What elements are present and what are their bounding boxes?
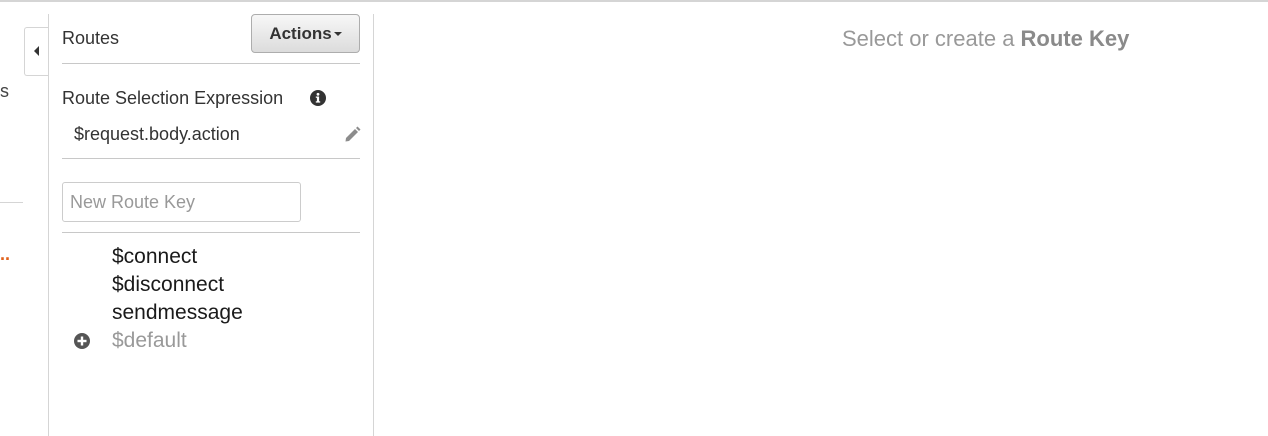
empty-state-message: Select or create a Route Key — [842, 26, 1129, 52]
caret-down-icon — [333, 31, 342, 36]
info-icon[interactable] — [310, 90, 326, 106]
route-key-label: sendmessage — [112, 301, 243, 324]
actions-button-label: Actions — [269, 24, 332, 43]
route-item-default[interactable]: $default — [62, 327, 360, 355]
actions-dropdown-button[interactable]: Actions — [251, 14, 360, 53]
nav-item-active-partial[interactable]: .. — [0, 244, 10, 265]
header-divider — [62, 63, 360, 64]
collapse-left-icon — [34, 46, 39, 56]
expression-divider — [62, 158, 360, 159]
routes-panel-right-border — [373, 14, 374, 436]
route-selection-expression-value: $request.body.action — [74, 124, 240, 144]
empty-state-prefix: Select or create a — [842, 26, 1021, 51]
route-key-label: $default — [112, 329, 187, 352]
top-divider — [0, 0, 1268, 2]
collapse-panel-button[interactable] — [24, 27, 48, 76]
route-item-connect[interactable]: $connect — [62, 243, 360, 271]
route-key-label: $disconnect — [112, 273, 225, 296]
route-selection-expression-label: Route Selection Expression — [62, 88, 284, 108]
new-route-key-input[interactable] — [62, 182, 301, 222]
nav-divider — [0, 202, 23, 203]
route-item-disconnect[interactable]: $disconnect — [62, 271, 360, 299]
plus-circle-icon[interactable] — [74, 333, 90, 349]
route-key-label: $connect — [112, 245, 198, 268]
pencil-icon[interactable] — [344, 126, 361, 143]
route-list: $connect $disconnect sendmessage $defaul… — [62, 243, 360, 355]
routes-panel-title: Routes — [62, 28, 120, 48]
route-item-sendmessage[interactable]: sendmessage — [62, 299, 360, 327]
nav-item-partial[interactable]: s — [0, 81, 9, 102]
empty-state-emphasis: Route Key — [1020, 26, 1130, 51]
api-gateway-routes-page: s .. Routes Actions Route Selection Expr… — [0, 0, 1268, 436]
route-list-divider — [62, 232, 360, 233]
routes-panel-left-border — [48, 14, 49, 436]
